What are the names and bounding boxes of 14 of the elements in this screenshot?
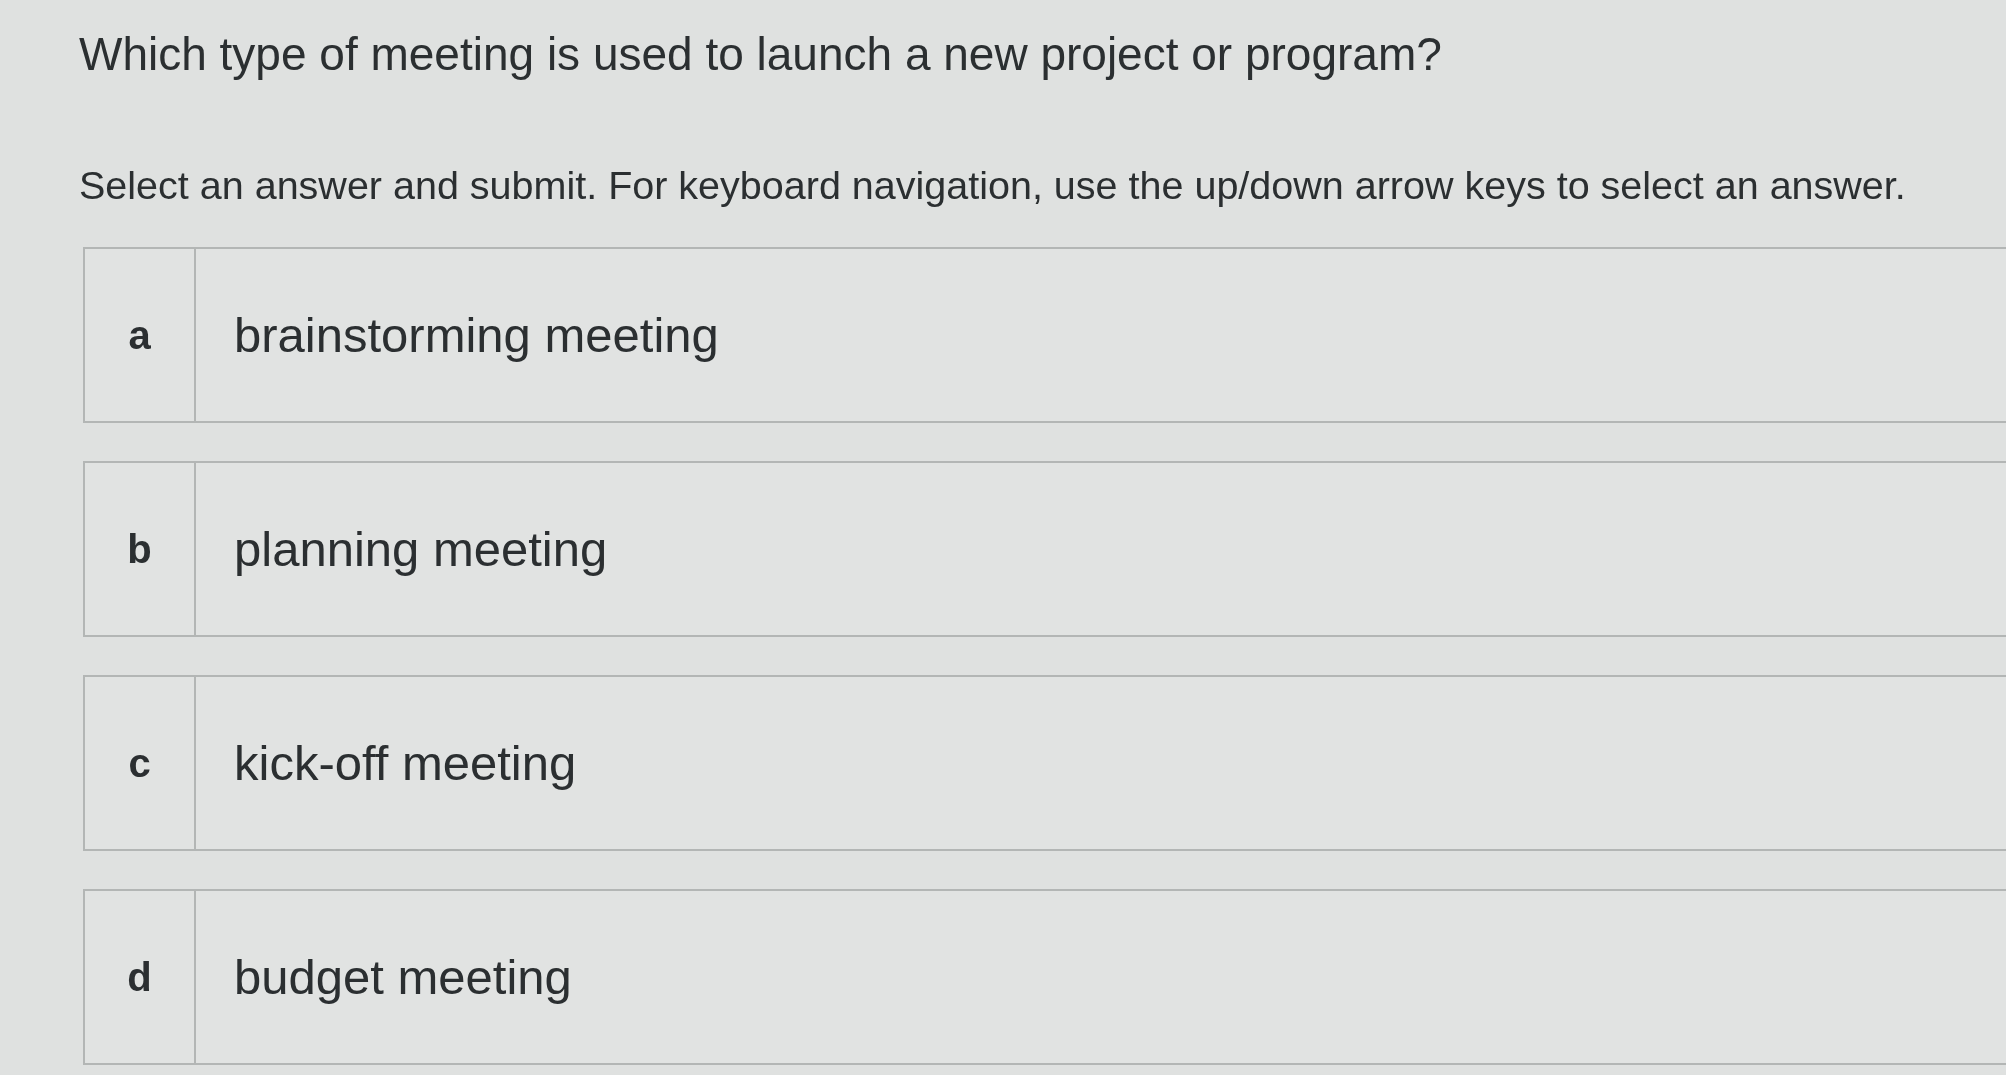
option-letter: b	[85, 463, 196, 635]
option-text: planning meeting	[234, 521, 608, 578]
answer-option[interactable]: d budget meeting	[83, 889, 2006, 1065]
option-letter: c	[85, 677, 196, 849]
answer-option[interactable]: a brainstorming meeting	[83, 247, 2006, 423]
answer-option[interactable]: b planning meeting	[83, 461, 2006, 637]
option-letter: d	[85, 891, 196, 1063]
answer-option[interactable]: c kick-off meeting	[83, 675, 2006, 851]
option-text: kick-off meeting	[234, 735, 577, 792]
option-text: budget meeting	[234, 949, 572, 1006]
instruction-text: Select an answer and submit. For keyboard navigation, use the up/down arrow keys to select an answer.	[79, 162, 1906, 209]
option-text: brainstorming meeting	[234, 307, 719, 364]
question-text: Which type of meeting is used to launch a new project or program?	[79, 27, 1442, 82]
option-letter: a	[85, 249, 196, 421]
